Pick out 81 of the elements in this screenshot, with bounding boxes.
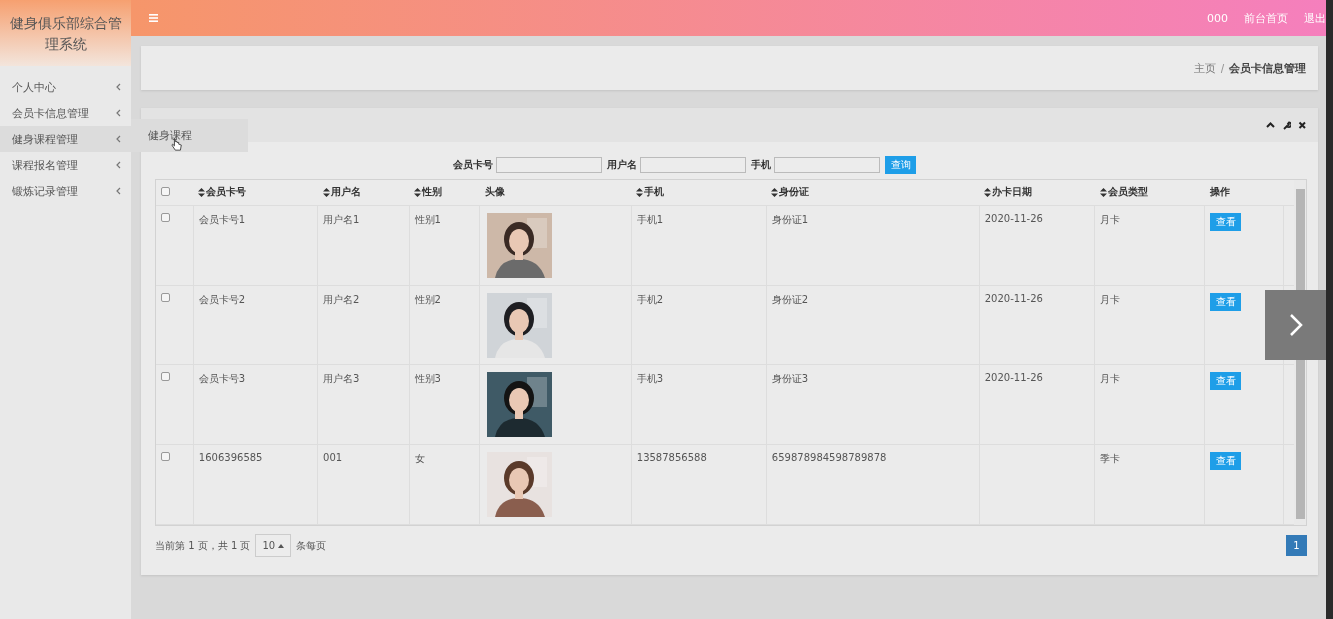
- menu-label: 课程报名管理: [12, 157, 78, 173]
- close-icon[interactable]: [1298, 120, 1307, 130]
- table-cell: 2020-11-26: [984, 212, 1043, 224]
- search-field[interactable]: [774, 157, 880, 173]
- table-cell: 2020-11-26: [984, 372, 1043, 384]
- table-cell: 手机2: [636, 293, 664, 305]
- table-cell: 用户名2: [323, 293, 360, 305]
- column-header: 头像: [484, 185, 505, 200]
- table-cell: 身份证3: [771, 373, 809, 385]
- row-checkbox[interactable]: [161, 212, 170, 222]
- app-title: 健身俱乐部综合管理系统: [0, 0, 131, 66]
- chevron-icon: [116, 161, 121, 169]
- caret-icon: [278, 543, 285, 548]
- menu-label: 会员卡信息管理: [12, 105, 89, 121]
- table-cell: 手机3: [636, 373, 664, 385]
- table-cell: 身份证2: [771, 293, 809, 305]
- row-checkbox[interactable]: [161, 292, 170, 302]
- sidebar-item[interactable]: 会员卡信息管理: [0, 100, 131, 126]
- column-header[interactable]: 性别: [422, 185, 443, 200]
- search-label: 手机: [751, 158, 771, 172]
- table-cell: 会员卡号1: [198, 213, 246, 225]
- menu-label: 锻炼记录管理: [12, 183, 78, 199]
- table-cell: 13587856588: [636, 452, 707, 464]
- column-header: 操作: [1209, 185, 1230, 200]
- table-cell: 用户名3: [323, 373, 360, 385]
- collapse-icon[interactable]: [1266, 121, 1275, 129]
- page-button[interactable]: 1: [1286, 535, 1307, 556]
- table-cell: 659878984598789878: [771, 452, 887, 464]
- table-cell: 月卡: [1100, 293, 1121, 305]
- table-cell: 月卡: [1100, 373, 1121, 385]
- table-cell: 手机1: [636, 213, 664, 225]
- search-label: 会员卡号: [453, 158, 493, 172]
- row-checkbox[interactable]: [161, 452, 170, 462]
- chevron-icon: [116, 109, 121, 117]
- page-size-select[interactable]: 10: [255, 534, 292, 557]
- chevron-icon: [116, 187, 121, 195]
- search-field[interactable]: [496, 157, 602, 173]
- sidebar-item[interactable]: 锻炼记录管理: [0, 178, 131, 204]
- menu-label: 健身课程管理: [12, 131, 78, 147]
- sort-icon[interactable]: [771, 187, 779, 197]
- table-cell: 身份证1: [771, 213, 809, 225]
- table-cell: 会员卡号2: [198, 293, 246, 305]
- table-cell: 女: [414, 453, 425, 465]
- table-cell: 季卡: [1100, 453, 1121, 465]
- column-header[interactable]: 用户名: [330, 185, 361, 200]
- table-cell: 会员卡号3: [198, 373, 246, 385]
- chevron-right-icon: [1287, 313, 1304, 337]
- search-field[interactable]: [640, 157, 746, 173]
- column-header[interactable]: 手机: [644, 185, 665, 200]
- table-cell: 性别3: [414, 373, 441, 385]
- column-header[interactable]: 身份证: [779, 185, 810, 200]
- wrench-icon[interactable]: [1282, 120, 1291, 130]
- column-header[interactable]: 会员类型: [1107, 185, 1148, 200]
- per-page-label: 条每页: [296, 538, 327, 553]
- select-all-checkbox[interactable]: [161, 186, 170, 196]
- table-cell: 性别1: [414, 213, 441, 225]
- sidebar-item[interactable]: 课程报名管理: [0, 152, 131, 178]
- breadcrumb-link[interactable]: 主页: [1194, 60, 1216, 76]
- table-cell: 性别2: [414, 293, 441, 305]
- sort-icon[interactable]: [198, 187, 206, 197]
- sidebar-item[interactable]: 健身课程管理: [0, 126, 131, 152]
- sort-icon[interactable]: [984, 187, 992, 197]
- menu-label: 个人中心: [12, 79, 56, 95]
- table-cell: 001: [323, 452, 343, 464]
- sort-icon[interactable]: [414, 187, 422, 197]
- search-label: 用户名: [607, 158, 637, 172]
- table-cell: 2020-11-26: [984, 292, 1043, 304]
- column-header[interactable]: 会员卡号: [206, 185, 247, 200]
- table-cell: 1606396585: [198, 452, 263, 464]
- page-summary: 当前第 1 页，共 1 页: [155, 538, 251, 553]
- chevron-icon: [116, 135, 121, 143]
- row-checkbox[interactable]: [161, 372, 170, 382]
- table-cell: 月卡: [1100, 213, 1121, 225]
- chevron-icon: [116, 83, 121, 91]
- sort-icon[interactable]: [322, 187, 330, 197]
- breadcrumb-current: 会员卡信息管理: [1229, 60, 1306, 76]
- sort-icon[interactable]: [1099, 187, 1107, 197]
- column-header[interactable]: 办卡日期: [992, 185, 1033, 200]
- sort-icon[interactable]: [636, 187, 644, 197]
- table-cell: 用户名1: [323, 213, 360, 225]
- sidebar-item[interactable]: 个人中心: [0, 74, 131, 100]
